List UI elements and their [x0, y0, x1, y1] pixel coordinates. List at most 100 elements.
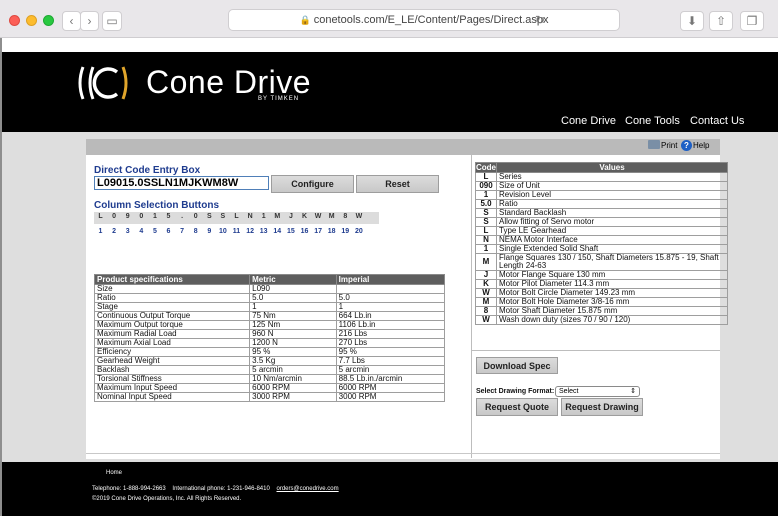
column-number-17[interactable]: 17	[313, 228, 324, 235]
minimize-window-icon[interactable]	[26, 15, 37, 26]
column-number-9[interactable]: 9	[204, 228, 215, 235]
column-number-20[interactable]: 20	[353, 228, 364, 235]
column-letter-16[interactable]: K	[299, 213, 310, 220]
help-icon: ?	[681, 140, 692, 151]
spec-header-imperial: Imperial	[335, 274, 446, 285]
back-icon[interactable]: ‹	[62, 11, 81, 31]
request-drawing-button[interactable]: Request Drawing	[561, 398, 643, 416]
sidebar-icon[interactable]: ▭	[102, 11, 122, 31]
browser-toolbar: ‹ › ▭ 🔒 conetools.com/E_LE/Content/Pages/…	[0, 0, 778, 38]
zoom-window-icon[interactable]	[43, 15, 54, 26]
share-icon[interactable]: ⇧	[709, 11, 733, 31]
column-number-6[interactable]: 6	[163, 228, 174, 235]
column-letter-12[interactable]: N	[245, 213, 256, 220]
column-letter-4[interactable]: 0	[136, 213, 147, 220]
column-letter-13[interactable]: 1	[258, 213, 269, 220]
column-letter-8[interactable]: 0	[190, 213, 201, 220]
help-button[interactable]: ? Help	[681, 140, 709, 151]
column-number-2[interactable]: 2	[109, 228, 120, 235]
column-letter-10[interactable]: S	[217, 213, 228, 220]
column-number-1[interactable]: 1	[95, 228, 106, 235]
select-arrows-icon: ⇕	[630, 388, 636, 395]
spec-header-metric: Metric	[249, 274, 337, 285]
column-letter-5[interactable]: 1	[149, 213, 160, 220]
codes-header-values: Values	[496, 162, 728, 173]
footer-email-link[interactable]: orders@conedrive.com	[277, 486, 339, 492]
column-selection-title: Column Selection Buttons	[94, 200, 219, 211]
column-number-7[interactable]: 7	[177, 228, 188, 235]
close-window-icon[interactable]	[9, 15, 20, 26]
column-letter-1[interactable]: L	[95, 213, 106, 220]
configure-button[interactable]: Configure	[271, 175, 354, 193]
column-number-19[interactable]: 19	[340, 228, 351, 235]
table-cell: 3000 RPM	[335, 392, 446, 402]
table-row: W Wash down duty (sizes 70 / 90 / 120)	[475, 315, 728, 325]
footer-home-link[interactable]: Home	[106, 470, 122, 476]
drawing-format-value: Select	[559, 388, 579, 395]
print-button[interactable]: Print	[648, 140, 677, 150]
footer-copyright: ©2019 Cone Drive Operations, Inc. All Ri…	[92, 496, 242, 502]
nav-cone-drive[interactable]: Cone Drive	[561, 115, 616, 127]
column-number-10[interactable]: 10	[217, 228, 228, 235]
table-cell: 5.0	[335, 293, 446, 303]
codes-header-code: Code	[475, 162, 497, 173]
column-letter-11[interactable]: L	[231, 213, 242, 220]
column-letter-9[interactable]: S	[204, 213, 215, 220]
column-letter-15[interactable]: J	[285, 213, 296, 220]
column-number-11[interactable]: 11	[231, 228, 242, 235]
cone-drive-logo-icon[interactable]	[73, 63, 133, 103]
table-cell: 5.0	[249, 293, 337, 303]
column-letter-2[interactable]: 0	[109, 213, 120, 220]
nav-cone-tools[interactable]: Cone Tools	[625, 115, 680, 127]
panel-toolbar	[86, 139, 720, 155]
forward-icon[interactable]: ›	[80, 11, 99, 31]
column-number-3[interactable]: 3	[122, 228, 133, 235]
column-letter-3[interactable]: 9	[122, 213, 133, 220]
footer-contact: Telephone: 1-888-994-2663 International …	[92, 486, 339, 492]
column-letter-17[interactable]: W	[313, 213, 324, 220]
value-cell: Flange Squares 130 / 150, Shaft Diameter…	[496, 253, 728, 271]
direct-code-input[interactable]: L09015.0SSLN1MJKWM8W	[94, 176, 269, 190]
drawing-format-label: Select Drawing Format:	[476, 388, 555, 395]
tabs-icon[interactable]: ❐	[740, 11, 764, 31]
table-cell	[335, 284, 446, 294]
download-spec-button[interactable]: Download Spec	[476, 357, 558, 374]
nav-contact-us[interactable]: Contact Us	[690, 115, 744, 127]
column-letter-7[interactable]: .	[177, 213, 188, 220]
brand-subtitle: BY TIMKEN	[258, 96, 300, 102]
table-row: M Flange Squares 130 / 150, Shaft Diamete…	[475, 253, 728, 271]
drawing-format-select[interactable]: Select ⇕	[555, 386, 640, 397]
spec-header-name: Product specifications	[93, 274, 251, 285]
column-number-4[interactable]: 4	[136, 228, 147, 235]
reset-button[interactable]: Reset	[356, 175, 439, 193]
code-values-table: Code Values L Series 090 Size of Unit 1 Revis…	[475, 162, 728, 325]
table-row: Nominal Input Speed 3000 RPM 3000 RPM	[93, 392, 446, 402]
column-number-8[interactable]: 8	[190, 228, 201, 235]
address-bar[interactable]: 🔒 conetools.com/E_LE/Content/Pages/Direct…	[228, 9, 620, 31]
url-text: conetools.com/E_LE/Content/Pages/Direct.…	[313, 14, 549, 26]
table-cell: Nominal Input Speed	[93, 392, 251, 402]
footer-intl-phone: International phone: 1-231-946-8410	[172, 486, 270, 492]
column-letter-6[interactable]: 5	[163, 213, 174, 220]
reload-icon[interactable]: ↻	[535, 10, 545, 30]
download-icon[interactable]: ⬇	[680, 11, 704, 31]
column-number-5[interactable]: 5	[149, 228, 160, 235]
table-row: Ratio 5.0 5.0	[93, 293, 446, 303]
column-number-12[interactable]: 12	[245, 228, 256, 235]
column-letter-18[interactable]: M	[326, 213, 337, 220]
column-number-15[interactable]: 15	[285, 228, 296, 235]
footer-telephone: Telephone: 1-888-994-2663	[92, 486, 166, 492]
lock-icon: 🔒	[299, 15, 311, 25]
column-letter-14[interactable]: M	[272, 213, 283, 220]
column-letter-20[interactable]: W	[353, 213, 364, 220]
column-number-16[interactable]: 16	[299, 228, 310, 235]
value-cell: Wash down duty (sizes 70 / 90 / 120)	[496, 315, 728, 325]
table-cell: Size	[93, 284, 251, 294]
column-number-13[interactable]: 13	[258, 228, 269, 235]
column-letter-19[interactable]: 8	[340, 213, 351, 220]
column-number-18[interactable]: 18	[326, 228, 337, 235]
direct-code-entry-title: Direct Code Entry Box	[94, 165, 201, 176]
request-quote-button[interactable]: Request Quote	[476, 398, 558, 416]
column-number-14[interactable]: 14	[272, 228, 283, 235]
product-specifications-table: Product specifications Metric Imperial S…	[93, 274, 446, 402]
